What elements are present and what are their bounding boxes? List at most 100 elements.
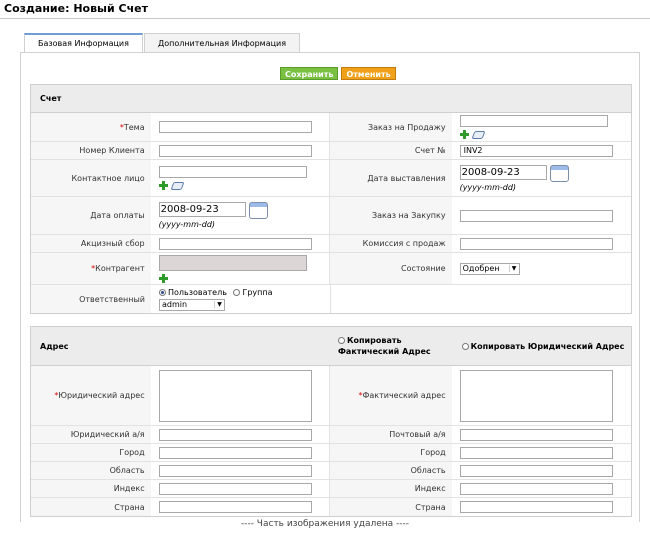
shipping-address-textarea[interactable] [459,369,613,422]
billing-city-cell [151,444,331,461]
billing-city-label: Город [31,444,151,461]
shipping-state-label: Область [330,462,452,479]
address-block-header: Адрес Копировать Фактический Адрес Копир… [31,327,631,366]
form-row: Дата оплаты 2008-09-23 (yyyy-mm-dd) Зака… [31,197,631,235]
billing-address-label: * Юридический адрес [31,366,151,425]
shipping-pobox-input[interactable] [459,428,613,441]
shipping-country-input[interactable] [459,501,613,513]
billing-state-cell [151,462,331,479]
billing-state-label: Область [31,462,151,479]
billing-city-input[interactable] [158,446,312,459]
subject-cell [151,113,331,141]
add-icon[interactable] [158,181,168,190]
copy-billing-radio[interactable] [461,342,469,350]
copy-shipping-radio[interactable] [337,337,345,344]
invoice-no-label: Счет № [330,142,452,159]
invoice-block-title: Счет [31,85,631,113]
excise-label: Акцизный сбор [31,235,151,252]
contact-label: Контактное лицо [31,160,151,196]
assigned-user-select[interactable]: admin ▼ [159,298,225,311]
shipping-country-label: Страна [330,498,452,516]
assign-group-radio[interactable] [233,288,241,296]
cancel-button[interactable]: Отменить [341,67,396,80]
customer-no-cell [151,142,331,159]
chevron-down-icon: ▼ [508,265,519,272]
address-block: Адрес Копировать Фактический Адрес Копир… [30,326,632,517]
shipping-country-cell [452,498,631,516]
form-row: * Тема Заказ на Продажу [31,113,631,142]
tab-more-info[interactable]: Дополнительная Информация [143,33,301,53]
copy-billing-option[interactable]: Копировать Юридический Адрес [452,342,631,351]
shipping-address-cell [452,366,631,425]
shipping-state-cell [452,462,631,479]
assigned-type-options: Пользователь Группа [159,288,330,297]
tab-bar: Базовая Информация Дополнительная Информ… [24,33,301,53]
form-row: Индекс Индекс [31,480,631,498]
commission-label: Комиссия с продаж [330,235,452,252]
purchase-order-input[interactable] [459,209,613,222]
subject-label: * Тема [31,113,151,141]
form-row: Область Область [31,462,631,480]
customer-no-input[interactable] [158,144,312,157]
subject-input[interactable] [158,121,312,133]
excise-input[interactable] [158,237,312,250]
form-row: * Юридический адрес * Фактический адрес [31,366,631,426]
billing-state-input[interactable] [158,464,312,477]
save-button[interactable]: Сохранить [280,67,339,80]
status-cell: Одобрен ▼ [452,253,631,284]
invoice-date-input[interactable]: 2008-09-23 [459,164,547,180]
billing-country-input[interactable] [158,501,312,513]
add-icon[interactable] [158,273,168,283]
form-row: Ответственный Пользователь Группа admin ▼ [31,285,631,313]
due-date-line: 2008-09-23 [158,202,329,219]
due-date-label: Дата оплаты [31,197,151,234]
action-buttons: Сохранить Отменить [280,67,396,80]
billing-code-input[interactable] [158,482,312,495]
form-row: Номер Клиента Счет № INV2 [31,142,631,160]
copy-shipping-option[interactable]: Копировать Фактический Адрес [330,335,452,357]
status-select[interactable]: Одобрен ▼ [459,262,520,275]
shipping-city-input[interactable] [459,446,613,459]
billing-pobox-input[interactable] [158,428,312,441]
account-cell [151,253,331,284]
invoice-no-input[interactable]: INV2 [459,144,613,157]
status-label: Состояние [330,253,452,284]
clear-icon[interactable] [471,131,486,139]
sales-order-input[interactable] [459,115,608,127]
invoice-date-cell: 2008-09-23 (yyyy-mm-dd) [452,160,631,196]
billing-pobox-label: Юридический а/я [31,426,151,443]
billing-code-cell [151,480,331,497]
assign-user-radio[interactable] [159,288,166,296]
commission-input[interactable] [459,237,613,250]
chevron-down-icon: ▼ [214,301,224,308]
calendar-icon[interactable] [549,164,569,182]
billing-address-textarea[interactable] [158,369,312,422]
billing-address-cell [151,366,331,425]
excise-cell [151,235,331,252]
invoice-block: Счет * Тема Заказ на Продажу Номер Клиент… [30,84,632,314]
purchase-order-label: Заказ на Закупку [330,197,452,234]
purchase-order-cell [452,197,631,234]
billing-pobox-cell [151,426,331,443]
calendar-icon[interactable] [248,202,268,219]
assigned-cell: Пользователь Группа admin ▼ [151,285,331,313]
page-title: Создание: Новый Счет [4,2,148,15]
invoice-date-label: Дата выставления [330,160,452,196]
shipping-state-input[interactable] [459,464,613,477]
shipping-code-label: Индекс [330,480,452,497]
form-row: Юридический а/я Почтовый а/я [31,426,631,444]
sales-order-actions [459,130,631,139]
shipping-address-label: * Фактический адрес [330,366,452,425]
contact-input[interactable] [158,166,307,178]
date-format-hint: (yyyy-mm-dd) [158,220,216,229]
clear-icon[interactable] [170,182,185,190]
form-row: Страна Страна [31,498,631,516]
billing-country-cell [151,498,331,516]
add-icon[interactable] [459,130,469,139]
contact-actions [158,181,329,190]
billing-country-label: Страна [31,498,151,516]
shipping-code-input[interactable] [459,482,613,495]
account-input[interactable] [158,254,307,271]
tab-basic-info[interactable]: Базовая Информация [24,33,143,53]
due-date-input[interactable]: 2008-09-23 [158,202,246,217]
